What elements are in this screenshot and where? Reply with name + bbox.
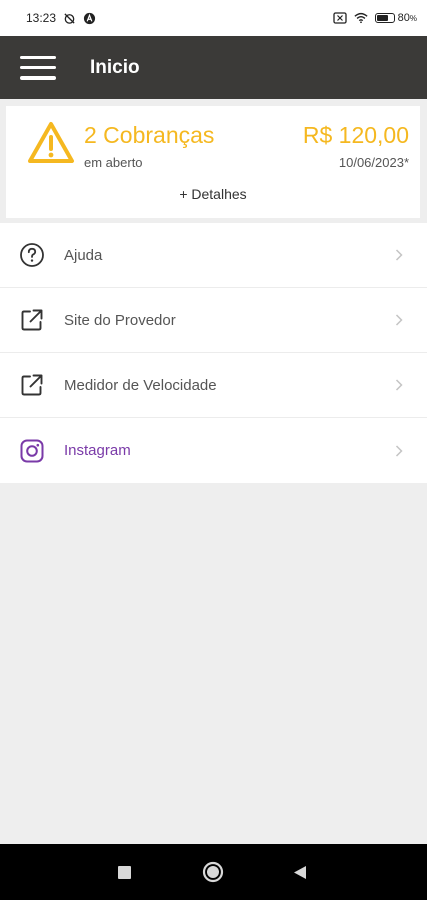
status-bar: 13:23 80% [0,0,427,36]
battery-fill [376,15,388,21]
charge-due-date: 10/06/2023* [338,155,409,170]
menu-item-label: Medidor de Velocidade [64,376,217,394]
battery-percent-unit: % [409,14,417,23]
battery-icon [374,13,395,23]
warning-icon [28,122,74,163]
recents-square-icon[interactable] [118,866,131,879]
menu-item-medidor-velocidade[interactable]: Medidor de Velocidade [0,353,427,418]
status-left: 13:23 [26,11,96,25]
app-notification-icon [82,11,96,25]
menu-item-site-provedor[interactable]: Site do Provedor [0,288,427,353]
menu-item-label: Site do Provedor [64,311,176,329]
details-link[interactable]: + Detalhes [6,186,420,202]
page-title: Inicio [90,56,140,78]
charge-count: 2 Cobranças [84,122,215,148]
external-link-icon [19,372,45,398]
status-time: 13:23 [26,11,57,25]
battery-indicator: 80% [374,12,417,24]
menu-line [20,55,56,59]
menu-list: Ajuda Site do Provedor Medidor de Veloci… [0,223,427,483]
status-right: 80% [332,11,417,25]
menu-line [20,65,56,70]
battery-percent: 80% [398,12,417,24]
wifi-icon [354,11,368,25]
instagram-icon [19,438,45,464]
menu-item-label: Instagram [64,442,131,459]
chevron-right-icon [395,249,403,261]
system-nav-bar [0,844,427,900]
chevron-right-icon [395,314,403,326]
menu-item-label: Ajuda [64,246,103,264]
menu-item-ajuda[interactable]: Ajuda [0,223,427,288]
back-triangle-icon[interactable] [293,865,307,880]
menu-line [20,76,56,80]
sim-off-icon [332,11,347,25]
external-link-icon [19,307,45,333]
alarm-off-icon [62,11,76,25]
chevron-right-icon [395,379,403,391]
open-charges-card[interactable]: 2 Cobranças em aberto R$ 120,00 10/06/20… [6,106,420,218]
hamburger-menu-icon[interactable] [20,53,56,83]
menu-item-instagram[interactable]: Instagram [0,418,427,483]
home-circle-icon[interactable] [202,861,224,883]
help-circle-icon [19,242,45,268]
charge-status: em aberto [84,155,143,170]
chevron-right-icon [395,444,403,457]
battery-percent-value: 80 [397,12,410,24]
charge-amount: R$ 120,00 [302,122,409,148]
app-bar: Inicio [0,36,427,99]
